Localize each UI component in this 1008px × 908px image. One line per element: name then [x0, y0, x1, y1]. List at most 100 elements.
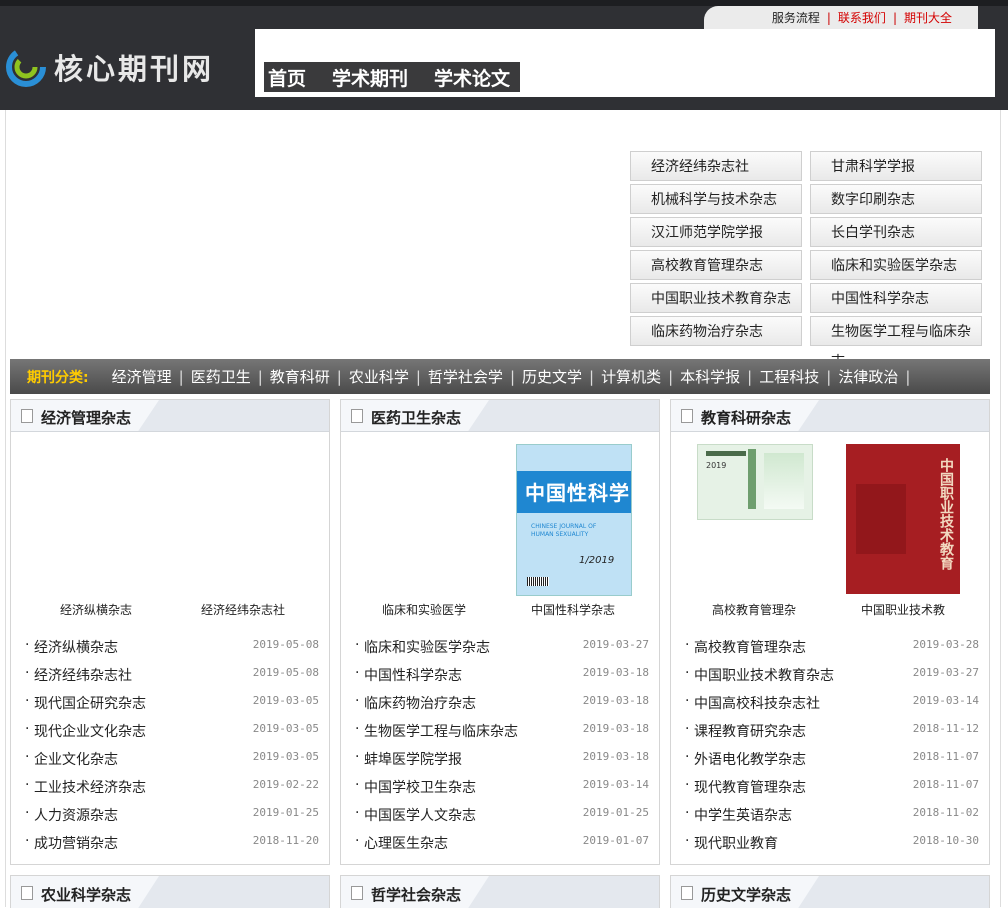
journal-link[interactable]: 中国性科学杂志 [810, 283, 982, 313]
list-item-title[interactable]: 中学生英语杂志 [694, 805, 792, 825]
journal-cover-image[interactable]: 中国性科学 CHINESE JOURNAL OF HUMAN SEXUALITY… [516, 444, 632, 596]
list-item[interactable]: · 经济纵横杂志 2019-05-08 [11, 631, 329, 659]
list-item[interactable]: · 现代教育管理杂志 2018-11-07 [671, 771, 989, 799]
panel-title[interactable]: 教育科研杂志 [701, 407, 791, 428]
list-item-title[interactable]: 蚌埠医学院学报 [364, 749, 462, 769]
journal-cover-image[interactable]: 中国职业技术教育 [846, 444, 960, 594]
list-item-title[interactable]: 工业技术经济杂志 [34, 777, 146, 797]
list-item-title[interactable]: 心理医生杂志 [364, 833, 448, 853]
journal-link[interactable]: 长白学刊杂志 [810, 217, 982, 247]
panel-title[interactable]: 历史文学杂志 [701, 884, 791, 905]
cover-caption[interactable]: 经济经纬杂志社 [168, 601, 318, 618]
nav-papers[interactable]: 学术论文 [434, 64, 510, 91]
category-agriculture[interactable]: 农业科学 [349, 366, 409, 387]
journal-link[interactable]: 经济经纬杂志社 [630, 151, 802, 181]
list-item[interactable]: · 临床药物治疗杂志 2019-03-18 [341, 687, 659, 715]
list-item[interactable]: · 课程教育研究杂志 2018-11-12 [671, 715, 989, 743]
list-item-title[interactable]: 经济纵横杂志 [34, 637, 118, 657]
list-item[interactable]: · 中国学校卫生杂志 2019-03-14 [341, 771, 659, 799]
list-item-date: 2019-03-14 [912, 694, 979, 707]
nav-home[interactable]: 首页 [268, 64, 306, 91]
list-item-title[interactable]: 中国高校科技杂志社 [694, 693, 820, 713]
list-item-title[interactable]: 中国医学人文杂志 [364, 805, 476, 825]
journal-link[interactable]: 临床药物治疗杂志 [630, 316, 802, 346]
panel-title[interactable]: 哲学社会杂志 [371, 884, 461, 905]
list-item-title[interactable]: 经济经纬杂志社 [34, 665, 132, 685]
list-item[interactable]: · 中国性科学杂志 2019-03-18 [341, 659, 659, 687]
link-service-flow[interactable]: 服务流程 [772, 9, 820, 26]
panel-title[interactable]: 医药卫生杂志 [371, 407, 461, 428]
list-item[interactable]: · 中学生英语杂志 2018-11-02 [671, 799, 989, 827]
list-item-title[interactable]: 人力资源杂志 [34, 805, 118, 825]
journal-link[interactable]: 高校教育管理杂志 [630, 250, 802, 280]
cover-caption[interactable]: 临床和实验医学 [349, 601, 499, 618]
panel-title[interactable]: 农业科学杂志 [41, 884, 131, 905]
list-item-title[interactable]: 临床和实验医学杂志 [364, 637, 490, 657]
list-item-title[interactable]: 外语电化教学杂志 [694, 749, 806, 769]
list-item-title[interactable]: 中国职业技术教育杂志 [694, 665, 834, 685]
list-item[interactable]: · 现代国企研究杂志 2019-03-05 [11, 687, 329, 715]
list-item-title[interactable]: 高校教育管理杂志 [694, 637, 806, 657]
article-list: · 临床和实验医学杂志 2019-03-27 · 中国性科学杂志 2019-03-18 … [341, 631, 659, 855]
journal-link[interactable]: 数字印刷杂志 [810, 184, 982, 214]
list-item[interactable]: · 中国高校科技杂志社 2019-03-14 [671, 687, 989, 715]
cover-caption[interactable]: 中国性科学杂志 [498, 601, 648, 618]
journal-link[interactable]: 甘肃科学学报 [810, 151, 982, 181]
bullet: · [25, 637, 30, 653]
journal-link-label: 中国性科学杂志 [831, 291, 929, 307]
list-item-title[interactable]: 成功营销杂志 [34, 833, 118, 853]
category-law[interactable]: 法律政治 [838, 366, 898, 387]
list-item[interactable]: · 蚌埠医学院学报 2019-03-18 [341, 743, 659, 771]
journal-link[interactable]: 生物医学工程与临床杂志 [810, 316, 982, 370]
journal-link[interactable]: 汉江师范学院学报 [630, 217, 802, 247]
category-philosophy[interactable]: 哲学社会学 [428, 366, 503, 387]
list-item[interactable]: · 心理医生杂志 2019-01-07 [341, 827, 659, 855]
cover-caption[interactable]: 高校教育管理杂 [679, 601, 829, 618]
list-item-title[interactable]: 课程教育研究杂志 [694, 721, 806, 741]
list-item-date: 2019-03-27 [912, 666, 979, 679]
list-item-title[interactable]: 现代国企研究杂志 [34, 693, 146, 713]
list-item[interactable]: · 现代企业文化杂志 2019-03-05 [11, 715, 329, 743]
list-item[interactable]: · 经济经纬杂志社 2019-05-08 [11, 659, 329, 687]
nav-journals[interactable]: 学术期刊 [332, 64, 408, 91]
list-item-title[interactable]: 中国性科学杂志 [364, 665, 462, 685]
link-contact-us[interactable]: 联系我们 [838, 9, 886, 26]
list-item-title[interactable]: 现代教育管理杂志 [694, 777, 806, 797]
category-computer[interactable]: 计算机类 [601, 366, 661, 387]
list-item-title[interactable]: 现代企业文化杂志 [34, 721, 146, 741]
cover-caption[interactable]: 中国职业技术教 [828, 601, 978, 618]
category-medicine[interactable]: 医药卫生 [191, 366, 251, 387]
list-item[interactable]: · 生物医学工程与临床杂志 2019-03-18 [341, 715, 659, 743]
list-item[interactable]: · 企业文化杂志 2019-03-05 [11, 743, 329, 771]
category-education[interactable]: 教育科研 [270, 366, 330, 387]
category-engineering[interactable]: 工程科技 [759, 366, 819, 387]
panel-title[interactable]: 经济管理杂志 [41, 407, 131, 428]
list-item[interactable]: · 中国职业技术教育杂志 2019-03-27 [671, 659, 989, 687]
cover-caption[interactable]: 经济纵横杂志 [21, 601, 171, 618]
link-journal-list[interactable]: 期刊大全 [904, 9, 952, 26]
category-university-journals[interactable]: 本科学报 [680, 366, 740, 387]
list-item[interactable]: · 中国医学人文杂志 2019-01-25 [341, 799, 659, 827]
list-item[interactable]: · 外语电化教学杂志 2018-11-07 [671, 743, 989, 771]
list-item-title[interactable]: 中国学校卫生杂志 [364, 777, 476, 797]
journal-link[interactable]: 机械科学与技术杂志 [630, 184, 802, 214]
site-logo[interactable]: 核心期刊网 [6, 42, 228, 92]
bullet: · [685, 805, 690, 821]
journal-link[interactable]: 临床和实验医学杂志 [810, 250, 982, 280]
list-item-title[interactable]: 企业文化杂志 [34, 749, 118, 769]
list-item-title[interactable]: 生物医学工程与临床杂志 [364, 721, 518, 741]
list-item[interactable]: · 成功营销杂志 2018-11-20 [11, 827, 329, 855]
journal-cover-image[interactable]: 2019 [697, 444, 813, 520]
list-item[interactable]: · 现代职业教育 2018-10-30 [671, 827, 989, 855]
list-item[interactable]: · 临床和实验医学杂志 2019-03-27 [341, 631, 659, 659]
list-item[interactable]: · 人力资源杂志 2019-01-25 [11, 799, 329, 827]
list-item[interactable]: · 工业技术经济杂志 2019-02-22 [11, 771, 329, 799]
list-item-title[interactable]: 临床药物治疗杂志 [364, 693, 476, 713]
panel-header: 经济管理杂志 [11, 400, 329, 432]
list-item-title[interactable]: 现代职业教育 [694, 833, 778, 853]
category-history[interactable]: 历史文学 [522, 366, 582, 387]
list-item[interactable]: · 高校教育管理杂志 2019-03-28 [671, 631, 989, 659]
journal-link[interactable]: 中国职业技术教育杂志 [630, 283, 802, 313]
cover-calligraphy [748, 449, 756, 509]
category-economics[interactable]: 经济管理 [112, 366, 172, 387]
